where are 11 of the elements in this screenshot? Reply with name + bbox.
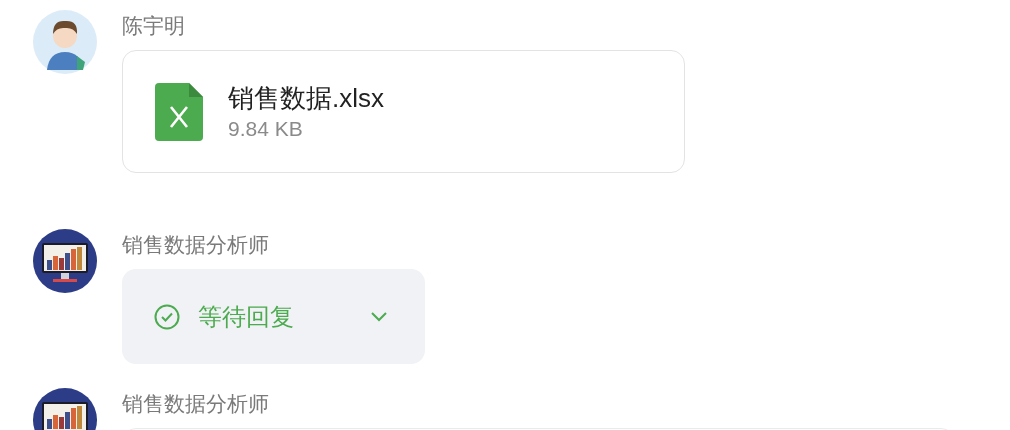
sender-name: 陈宇明 [122,13,186,39]
sender-name: 销售数据分析师 [122,391,270,417]
file-name: 销售数据.xlsx [228,81,384,115]
avatar-icon [33,229,97,293]
file-card[interactable]: 销售数据.xlsx 9.84 KB [122,50,685,173]
file-size: 9.84 KB [228,115,304,142]
status-label: 等待回复 [198,301,294,332]
spreadsheet-file-icon [155,82,203,141]
sender-name: 销售数据分析师 [122,232,270,258]
avatar-icon [33,10,97,74]
check-circle-icon [154,303,180,330]
